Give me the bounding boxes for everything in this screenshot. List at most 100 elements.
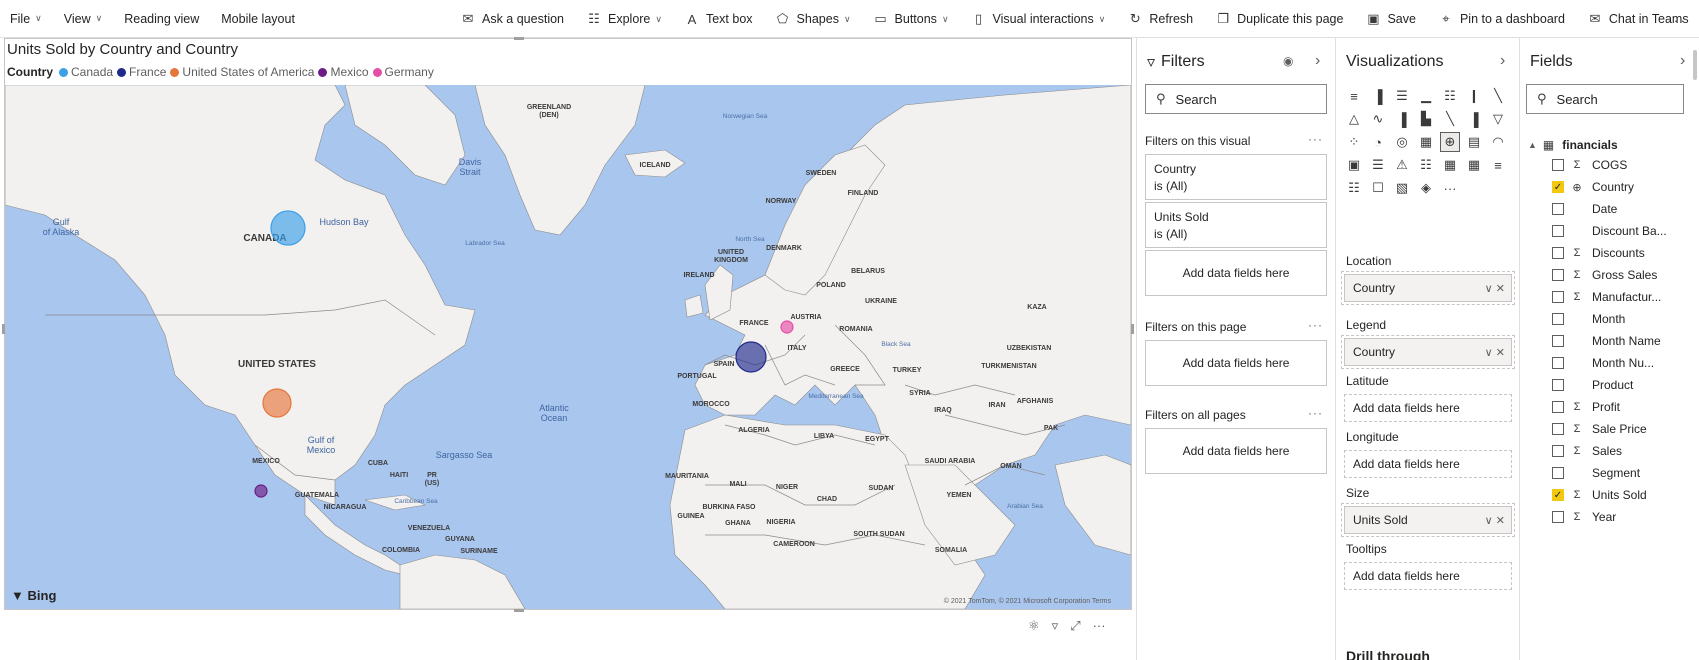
filter-card-country[interactable]: Country is (All) [1145,154,1327,200]
resize-handle-right[interactable] [1131,324,1134,334]
visual-type-icon[interactable]: ▽ [1488,109,1508,129]
field-country[interactable]: ✓ ⊕ Country [1552,178,1634,196]
field-checkbox[interactable]: ✓ [1552,181,1564,193]
visual-type-icon[interactable]: ▧ [1392,178,1412,198]
field-checkbox[interactable] [1552,313,1564,325]
toolbar-refresh-button[interactable]: ↻ Refresh [1127,0,1193,38]
filter-visual-icon[interactable]: ▿ [1052,618,1059,634]
more-options-icon[interactable]: ··· [1667,12,1687,28]
well-legend-field[interactable]: Country ∨ ✕ [1341,335,1515,369]
field-checkbox[interactable] [1552,467,1564,479]
bubble-map[interactable]: GREENLAND (DEN) Norwegian Sea ICELAND SWEDEN… [5,85,1131,609]
visual-type-icon[interactable]: ☐ [1368,178,1388,198]
visual-type-icon[interactable]: ☷ [1440,86,1460,106]
field-checkbox[interactable] [1552,225,1564,237]
table-financials[interactable]: ▲ ▦ financials [1528,138,1618,152]
visual-type-icon[interactable]: ▐ [1368,86,1388,106]
bubble-united-states-of-america[interactable] [262,388,292,418]
field-checkbox[interactable] [1552,159,1564,171]
focus-mode-icon[interactable]: ⤢ [1070,618,1080,634]
toolbar-buttons-button[interactable]: ▭ Buttons ∨ [873,0,948,38]
field-date[interactable]: Date [1552,200,1617,218]
toolbar-ask-a-question-button[interactable]: ✉ Ask a question [460,0,564,38]
field-year[interactable]: Σ Year [1552,508,1616,526]
filters-on-visual-more-icon[interactable]: ··· [1308,132,1323,146]
toolbar-mobile-layout-button[interactable]: Mobile layout [221,0,295,38]
visual-type-icon[interactable]: ▦ [1440,155,1460,175]
visual-type-icon[interactable]: ◎ [1392,132,1412,152]
visual-type-icon[interactable]: ··· [1440,178,1460,198]
field-checkbox[interactable] [1552,203,1564,215]
field-sale-price[interactable]: Σ Sale Price [1552,420,1647,438]
field-profit[interactable]: Σ Profit [1552,398,1620,416]
well-tooltips-field[interactable]: Add data fields here [1344,562,1512,590]
field-sales[interactable]: Σ Sales [1552,442,1622,460]
filters-visual-drop-zone[interactable]: Add data fields here [1145,250,1327,296]
resize-handle-left[interactable] [2,324,5,334]
visual-type-icon[interactable]: ☷ [1344,178,1364,198]
visual-type-icon[interactable]: ❙ [1464,86,1484,106]
visual-type-icon[interactable]: ◔ [1368,132,1388,152]
fields-search-input[interactable]: ⚲ Search [1526,84,1684,114]
fields-scrollbar[interactable] [1693,50,1697,80]
field-checkbox[interactable] [1552,423,1564,435]
field-checkbox[interactable] [1552,357,1564,369]
visual-type-icon[interactable]: ∿ [1368,109,1388,129]
eye-icon[interactable]: ◉ [1283,54,1293,68]
field-cogs[interactable]: Σ COGS [1552,156,1627,174]
visual-type-icon[interactable]: ▦ [1416,132,1436,152]
visual-type-icon[interactable]: ≡ [1488,155,1508,175]
well-dropdown-remove-icon[interactable]: ∨ ✕ [1485,346,1505,359]
pin-visual-icon[interactable]: ⚛ [1028,618,1040,634]
map-visual[interactable]: Units Sold by Country and Country Countr… [4,38,1132,610]
field-checkbox[interactable] [1552,401,1564,413]
visual-type-icon[interactable]: ▦ [1464,155,1484,175]
visual-type-icon[interactable]: ☰ [1368,155,1388,175]
visual-type-icon[interactable]: ╲ [1488,86,1508,106]
visual-type-icon[interactable]: ◈ [1416,178,1436,198]
filters-on-page-more-icon[interactable]: ··· [1308,318,1323,332]
field-checkbox[interactable] [1552,269,1564,281]
filter-card-units-sold[interactable]: Units Sold is (All) [1145,202,1327,248]
field-product[interactable]: Product [1552,376,1633,394]
resize-handle-bottom[interactable] [514,609,524,612]
more-visual-options-icon[interactable]: ··· [1093,618,1106,634]
visual-type-icon[interactable]: ▁ [1416,86,1436,106]
toolbar-duplicate-this-page-button[interactable]: ❐ Duplicate this page [1215,0,1343,38]
visual-type-icon[interactable]: ▙ [1416,109,1436,129]
visual-type-icon[interactable]: ◠ [1488,132,1508,152]
visual-type-icon[interactable]: △ [1344,109,1364,129]
toolbar-reading-view-button[interactable]: Reading view [124,0,199,38]
legend-entry-united-states-of-america[interactable]: United States of America [170,65,314,79]
well-dropdown-remove-icon[interactable]: ∨ ✕ [1485,514,1505,527]
field-checkbox[interactable] [1552,511,1564,523]
toolbar-view-button[interactable]: View ∨ [64,0,102,38]
filters-all-pages-more-icon[interactable]: ··· [1308,406,1323,420]
field-month-nu[interactable]: Month Nu... [1552,354,1654,372]
collapse-fields-chevron-icon[interactable]: › [1680,52,1685,70]
toolbar-save-button[interactable]: ▣ Save [1365,0,1416,38]
filters-page-drop-zone[interactable]: Add data fields here [1145,340,1327,386]
field-checkbox[interactable] [1552,291,1564,303]
toolbar-text-box-button[interactable]: A Text box [684,0,753,38]
visual-type-icon[interactable]: ☰ [1392,86,1412,106]
well-location-field[interactable]: Country ∨ ✕ [1341,271,1515,305]
field-segment[interactable]: Segment [1552,464,1640,482]
toolbar-visual-interactions-button[interactable]: ▯ Visual interactions ∨ [971,0,1105,38]
legend-entry-france[interactable]: France [117,65,166,79]
field-month-name[interactable]: Month Name [1552,332,1661,350]
visual-type-icon[interactable]: ⊕ [1440,132,1460,152]
field-month[interactable]: Month [1552,310,1625,328]
visual-type-icon[interactable]: ▤ [1464,132,1484,152]
field-checkbox[interactable] [1552,379,1564,391]
visual-type-icon[interactable]: ▐ [1392,109,1412,129]
bubble-canada[interactable] [270,210,306,246]
field-gross-sales[interactable]: Σ Gross Sales [1552,266,1657,284]
field-checkbox[interactable] [1552,335,1564,347]
legend-entry-germany[interactable]: Germany [372,65,434,79]
expand-caret-icon[interactable]: ▲ [1528,140,1537,150]
map-canvas[interactable]: GREENLAND(DEN) Norwegian Sea ICELAND SWEDEN… [5,85,1131,609]
visual-type-icon[interactable]: ☷ [1416,155,1436,175]
well-longitude-field[interactable]: Add data fields here [1344,450,1512,478]
well-size-field[interactable]: Units Sold ∨ ✕ [1341,503,1515,537]
